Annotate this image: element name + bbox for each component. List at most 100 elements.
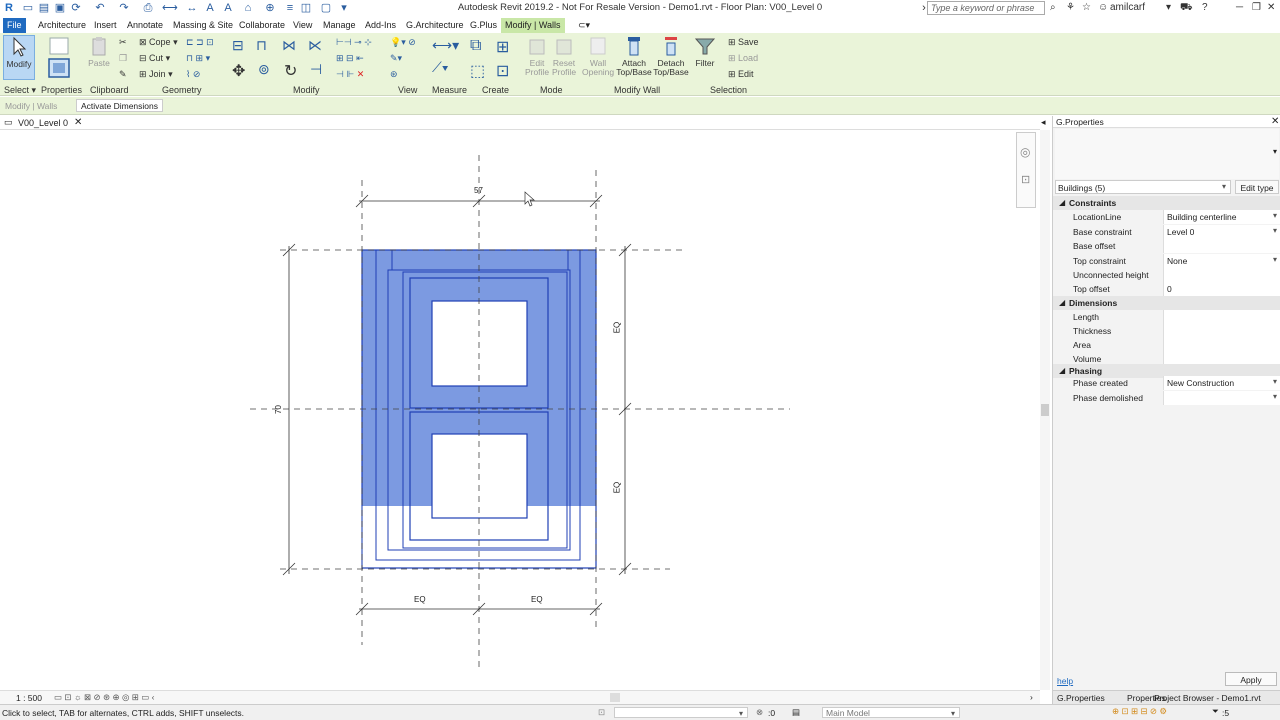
worksharing-icon[interactable]: ⊡ — [598, 707, 605, 718]
load-selection-button[interactable]: ⊞ Load — [728, 53, 758, 64]
view-control-icons[interactable]: ▭ ⊡ ☼ ⊠ ⊘ ⊛ ⊕ ◎ ⊞ ▭ ‹ — [54, 692, 154, 703]
dimension-left-text[interactable]: 70 — [274, 405, 283, 414]
type-selector[interactable]: Buildings (5) ▾ — [1055, 180, 1231, 194]
dimension-top-text[interactable]: 57 — [474, 186, 483, 195]
tab-massing-site[interactable]: Massing & Site — [169, 18, 237, 33]
geometry-tools-1-icon[interactable]: ⊏ ⊐ ⊡ — [186, 37, 214, 48]
split-icon[interactable]: ⊢⊣ ⊸ ⊹ — [336, 37, 372, 48]
subscription-icon[interactable]: ⚘ — [1066, 2, 1075, 13]
thickness-value[interactable] — [1163, 324, 1280, 338]
mirror-axis-icon[interactable]: ⋈ — [282, 37, 296, 54]
search-input[interactable]: Type a keyword or phrase — [927, 1, 1045, 15]
cope-button[interactable]: ⊠ Cope ▾ — [139, 37, 178, 48]
user-dropdown-icon[interactable]: ▾ — [1166, 2, 1171, 13]
linework-icon[interactable]: ⊛ — [390, 69, 398, 80]
location-line-value[interactable]: Building centerline ▾ — [1163, 210, 1280, 224]
tab-g-plus[interactable]: G.Plus — [466, 18, 501, 33]
model-selector[interactable]: Main Model ▾ — [822, 707, 960, 718]
area-value[interactable] — [1163, 338, 1280, 352]
dimension-bottom-left-text[interactable]: EQ — [414, 595, 426, 604]
tab-g-properties[interactable]: G.Properties — [1057, 693, 1105, 703]
unconnected-height-value[interactable] — [1163, 268, 1280, 282]
scale-icon[interactable]: ⊣ ⊩ ✕ — [336, 69, 364, 80]
activate-dimensions-button[interactable]: Activate Dimensions — [76, 99, 164, 112]
tab-modify-walls[interactable]: Modify | Walls — [501, 18, 565, 33]
view-tab-label[interactable]: V00_Level 0 — [18, 118, 68, 128]
help-icon[interactable]: ? — [1202, 2, 1208, 13]
save-selection-button[interactable]: ⊞ Save — [728, 37, 759, 48]
filter-button[interactable]: Filter — [692, 35, 718, 80]
tabs-menu-icon[interactable]: ◂ — [1041, 117, 1046, 128]
phase-demolished-value[interactable]: ▾ — [1163, 391, 1280, 405]
geometry-tools-2-icon[interactable]: ⊓ ⊞ ▾ — [186, 53, 210, 64]
override-icon[interactable]: ✎▾ — [390, 53, 402, 64]
offset-icon[interactable]: ⊓ — [256, 37, 267, 54]
tab-architecture[interactable]: Architecture — [34, 18, 90, 33]
tab-overflow-icon[interactable]: ⊂▾ — [574, 18, 594, 33]
attach-top-base-button[interactable]: Attach Top/Base — [616, 35, 652, 80]
edit-selection-button[interactable]: ⊞ Edit — [728, 69, 754, 80]
type-preview-dropdown-icon[interactable]: ▾ — [1273, 147, 1277, 156]
edit-type-button[interactable]: Edit type — [1235, 180, 1279, 194]
length-value[interactable] — [1163, 310, 1280, 324]
dimension-bottom-right-text[interactable]: EQ — [531, 595, 543, 604]
close-icon[interactable]: ✕ — [1267, 2, 1275, 13]
tab-annotate[interactable]: Annotate — [123, 18, 167, 33]
cart-icon[interactable]: ⛟ — [1180, 2, 1193, 15]
user-icon[interactable]: ☺ — [1098, 2, 1108, 13]
hide-icon[interactable]: 💡▾ ⊘ — [390, 37, 416, 48]
tab-g-architecture[interactable]: G.Architecture — [402, 18, 468, 33]
properties-button[interactable] — [44, 35, 74, 80]
section-dimensions[interactable]: ◢ Dimensions — [1053, 296, 1280, 310]
horizontal-scroll-thumb[interactable] — [610, 693, 620, 702]
create-group-icon[interactable]: ⬚ — [470, 61, 485, 81]
star-icon[interactable]: ☆ — [1082, 2, 1091, 13]
phase-created-value[interactable]: New Construction ▾ — [1163, 376, 1280, 390]
rotate-icon[interactable]: ↻ — [284, 61, 297, 81]
vertical-scroll-thumb[interactable] — [1041, 404, 1049, 416]
geometry-tools-3-icon[interactable]: ⌇ ⊘ — [186, 69, 200, 80]
paste-button[interactable]: Paste — [88, 35, 110, 80]
tab-insert[interactable]: Insert — [90, 18, 121, 33]
measure-button-icon[interactable]: ⟷▾ — [432, 37, 459, 54]
view-scale[interactable]: 1 : 500 — [16, 693, 42, 703]
cut-scissors-icon[interactable]: ✂ — [119, 37, 127, 48]
section-constraints[interactable]: ◢ Constraints — [1053, 196, 1280, 210]
opening-upper[interactable] — [431, 300, 528, 387]
wall-opening-button[interactable]: Wall Opening — [582, 35, 614, 80]
design-options-icon[interactable]: ▤ — [792, 707, 800, 718]
mirror-draw-icon[interactable]: ⋉ — [308, 37, 322, 54]
zoom-icon[interactable]: ⊡ — [1021, 173, 1030, 186]
view-tab-close-icon[interactable]: ✕ — [74, 117, 82, 128]
tab-manage[interactable]: Manage — [319, 18, 360, 33]
apply-button[interactable]: Apply — [1225, 672, 1277, 686]
create-parts-icon[interactable]: ⊞ — [496, 37, 509, 57]
base-offset-value[interactable] — [1163, 239, 1280, 253]
steering-wheel-icon[interactable]: ◎ — [1020, 145, 1030, 159]
tab-view[interactable]: View — [289, 18, 316, 33]
workset-selector[interactable]: ▾ — [614, 707, 748, 718]
selection-options-icons[interactable]: ⊕ ⊡ ⊞ ⊟ ⊘ ⚙ — [1112, 706, 1167, 717]
trim-icon[interactable]: ⊣ — [310, 61, 322, 78]
copy-icon[interactable]: ❐ — [119, 53, 127, 64]
dimension-right-bottom-text[interactable]: EQ — [612, 482, 621, 494]
base-constraint-value[interactable]: Level 0 ▾ — [1163, 225, 1280, 239]
tab-file[interactable]: File — [3, 18, 26, 33]
vertical-scrollbar[interactable] — [1040, 130, 1050, 690]
detach-top-base-button[interactable]: Detach Top/Base — [653, 35, 689, 80]
top-constraint-value[interactable]: None ▾ — [1163, 254, 1280, 268]
scroll-right-icon[interactable]: › — [1030, 692, 1033, 702]
help-link[interactable]: help — [1057, 676, 1073, 686]
restore-icon[interactable]: ❐ — [1252, 2, 1261, 13]
type-preview[interactable]: ▾ — [1055, 129, 1279, 179]
drawing-canvas[interactable]: 57 70 EQ EQ EQ EQ ◎ ⊡ — [0, 130, 1050, 690]
group-select[interactable]: Select ▾ — [4, 85, 36, 96]
tab-add-ins[interactable]: Add-Ins — [361, 18, 400, 33]
join-button[interactable]: ⊞ Join ▾ — [139, 69, 173, 80]
filter-status-icon[interactable]: ⏷ — [1212, 706, 1219, 717]
copy-element-icon[interactable]: ⊚ — [258, 61, 270, 78]
array-icon[interactable]: ⊞ ⊟ ⇤ — [336, 53, 364, 64]
editable-icon[interactable]: ⊗ — [756, 707, 763, 718]
tab-project-browser[interactable]: Project Browser - Demo1.rvt — [1154, 693, 1261, 703]
edit-profile-button[interactable]: Edit Profile — [524, 35, 550, 80]
